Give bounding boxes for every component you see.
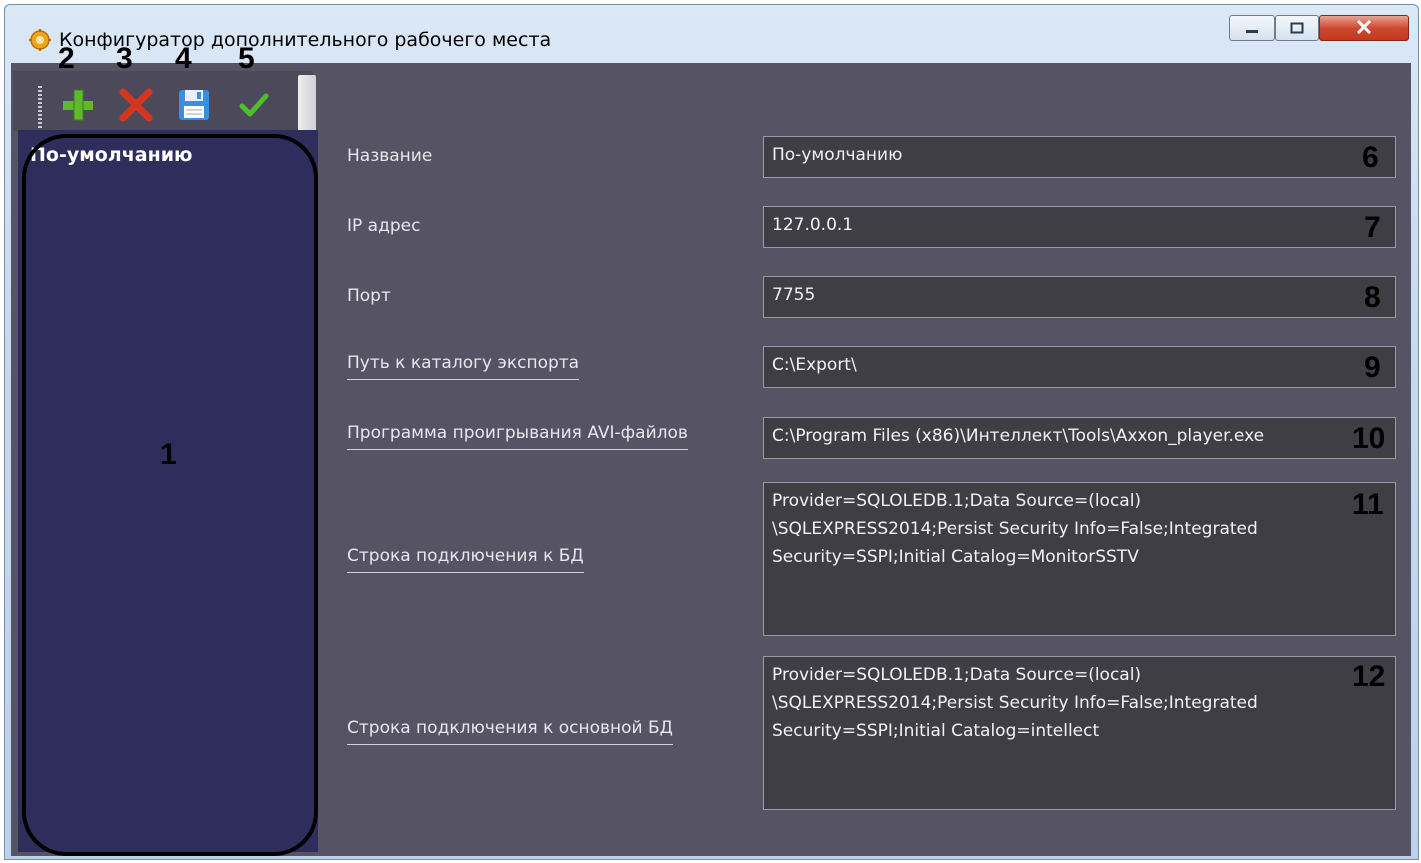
- callout-9: 9: [1364, 351, 1381, 384]
- save-button[interactable]: [173, 85, 215, 129]
- db-connection-field[interactable]: Provider=SQLOLEDB.1;Data Source=(local) …: [763, 482, 1396, 636]
- callout-4: 4: [175, 42, 192, 75]
- callout-8: 8: [1364, 281, 1381, 314]
- callout-3: 3: [116, 42, 133, 75]
- name-label: Название: [347, 146, 433, 166]
- plus-icon: [59, 86, 97, 128]
- minimize-button[interactable]: [1229, 15, 1275, 41]
- port-label: Порт: [347, 286, 391, 306]
- close-icon: [1356, 19, 1372, 38]
- callout-outline: [22, 134, 318, 856]
- callout-6: 6: [1362, 141, 1379, 174]
- avi-player-field[interactable]: C:\Program Files (x86)\Интеллект\Tools\A…: [763, 417, 1396, 459]
- port-field[interactable]: 7755: [763, 276, 1396, 318]
- app-gear-icon: [29, 29, 51, 51]
- toolbar-overflow-button[interactable]: [298, 75, 316, 135]
- export-path-link[interactable]: Путь к каталогу экспорта: [347, 353, 580, 380]
- main-db-connection-field[interactable]: Provider=SQLOLEDB.1;Data Source=(local) …: [763, 656, 1396, 810]
- apply-button[interactable]: [233, 85, 275, 129]
- floppy-disk-icon: [175, 86, 213, 128]
- window-title: Конфигуратор дополнительного рабочего ме…: [59, 29, 552, 51]
- export-path-field[interactable]: C:\Export\: [763, 346, 1396, 388]
- avi-player-link[interactable]: Программа проигрывания AVI-файлов: [347, 423, 688, 450]
- callout-7: 7: [1364, 211, 1381, 244]
- toolbar-grip[interactable]: [38, 86, 42, 128]
- main-db-connection-link[interactable]: Строка подключения к основной БД: [347, 718, 673, 745]
- callout-11: 11: [1352, 488, 1384, 521]
- add-button[interactable]: [57, 85, 99, 129]
- close-button[interactable]: [1319, 15, 1409, 41]
- maximize-button[interactable]: [1275, 15, 1319, 41]
- db-connection-link[interactable]: Строка подключения к БД: [347, 546, 584, 573]
- callout-12: 12: [1352, 660, 1386, 693]
- delete-button[interactable]: [115, 85, 157, 129]
- minimize-icon: [1245, 19, 1259, 38]
- checkmark-icon: [235, 86, 273, 128]
- callout-1: 1: [160, 438, 177, 471]
- title-bar[interactable]: Конфигуратор дополнительного рабочего ме…: [5, 5, 1418, 63]
- ip-label: IP адрес: [347, 216, 421, 236]
- maximize-icon: [1290, 19, 1304, 38]
- callout-5: 5: [238, 42, 255, 75]
- ip-field[interactable]: 127.0.0.1: [763, 206, 1396, 248]
- callout-10: 10: [1352, 422, 1386, 455]
- callout-2: 2: [58, 42, 75, 75]
- name-field[interactable]: По-умолчанию: [763, 136, 1396, 178]
- toolbar: [13, 71, 316, 135]
- x-icon: [117, 86, 155, 128]
